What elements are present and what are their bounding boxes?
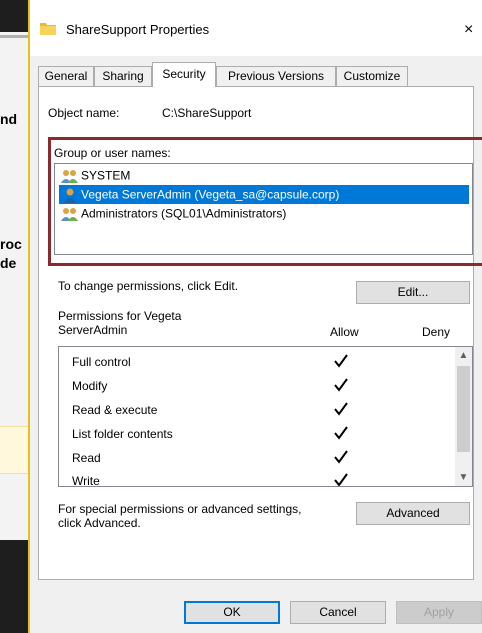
permission-row: Modify bbox=[59, 374, 456, 398]
permission-name: Write bbox=[72, 474, 100, 487]
tab-general[interactable]: General bbox=[38, 66, 94, 87]
deny-column-header: Deny bbox=[422, 325, 451, 339]
checkmark-icon bbox=[334, 426, 348, 440]
group-or-user-names-label: Group or user names: bbox=[54, 146, 171, 160]
background-text-1: nd bbox=[0, 111, 18, 127]
scroll-thumb[interactable] bbox=[457, 366, 470, 452]
permission-name: Read bbox=[72, 451, 101, 465]
checkmark-icon bbox=[334, 450, 348, 464]
special-permissions-line-2: click Advanced. bbox=[58, 516, 141, 530]
tab-security[interactable]: Security bbox=[152, 62, 216, 87]
user-name: SYSTEM bbox=[81, 168, 131, 183]
users-list[interactable]: SYSTEM Vegeta ServerAdmin (Vegeta_sa@cap… bbox=[54, 163, 473, 255]
user-row-vegeta[interactable]: Vegeta ServerAdmin (Vegeta_sa@capsule.co… bbox=[59, 185, 469, 204]
checkmark-icon bbox=[334, 378, 348, 392]
user-row-administrators[interactable]: Administrators (SQL01\Administrators) bbox=[59, 204, 469, 223]
properties-dialog: ShareSupport Properties × General Sharin… bbox=[28, 0, 482, 633]
permissions-for-line-1: Permissions for Vegeta bbox=[58, 309, 182, 323]
permission-name: List folder contents bbox=[72, 427, 173, 441]
permission-name: Full control bbox=[72, 355, 131, 369]
user-icon bbox=[64, 188, 76, 203]
edit-button[interactable]: Edit... bbox=[356, 281, 470, 304]
permission-row: List folder contents bbox=[59, 422, 456, 446]
permissions-for-label: Permissions for Vegeta ServerAdmin bbox=[58, 309, 258, 337]
ok-button[interactable]: OK bbox=[184, 601, 280, 624]
background-text-2: roc bbox=[0, 236, 22, 252]
special-permissions-line-1: For special permissions or advanced sett… bbox=[58, 502, 302, 516]
object-name-value: C:\ShareSupport bbox=[162, 106, 252, 120]
close-icon[interactable]: × bbox=[464, 18, 482, 42]
tab-previous-versions[interactable]: Previous Versions bbox=[216, 66, 336, 87]
allow-column-header: Allow bbox=[330, 325, 359, 339]
permissions-list[interactable]: Full control Modify Read & execute List … bbox=[58, 346, 473, 487]
tab-sharing[interactable]: Sharing bbox=[94, 66, 152, 87]
object-name-label: Object name: bbox=[48, 106, 120, 120]
title-bar[interactable]: ShareSupport Properties × bbox=[30, 0, 482, 56]
change-permissions-label: To change permissions, click Edit. bbox=[58, 279, 239, 293]
background-text-3: de bbox=[0, 255, 17, 271]
user-row-system[interactable]: SYSTEM bbox=[59, 166, 469, 185]
user-name: Administrators (SQL01\Administrators) bbox=[81, 206, 287, 221]
checkmark-icon bbox=[334, 354, 348, 368]
scroll-down-icon[interactable]: ▼ bbox=[455, 469, 472, 486]
checkmark-icon bbox=[334, 402, 348, 416]
permission-row: Write bbox=[59, 469, 456, 487]
background-divider bbox=[0, 35, 30, 38]
user-name: Vegeta ServerAdmin (Vegeta_sa@capsule.co… bbox=[81, 187, 340, 202]
permissions-for-line-2: ServerAdmin bbox=[58, 323, 128, 337]
scroll-up-icon[interactable]: ▲ bbox=[455, 347, 472, 364]
permission-row: Read & execute bbox=[59, 398, 456, 422]
permission-name: Modify bbox=[72, 379, 108, 393]
folder-icon bbox=[40, 23, 56, 35]
special-permissions-label: For special permissions or advanced sett… bbox=[58, 502, 358, 530]
apply-button[interactable]: Apply bbox=[396, 601, 482, 624]
permissions-scrollbar[interactable]: ▲ ▼ bbox=[455, 347, 472, 486]
permission-name: Read & execute bbox=[72, 403, 158, 417]
permission-row: Full control bbox=[59, 350, 456, 374]
checkmark-icon bbox=[334, 473, 348, 486]
permission-row: Read bbox=[59, 446, 456, 470]
advanced-button[interactable]: Advanced bbox=[356, 502, 470, 525]
cancel-button[interactable]: Cancel bbox=[290, 601, 386, 624]
dialog-title: ShareSupport Properties bbox=[66, 22, 210, 37]
tab-customize[interactable]: Customize bbox=[336, 66, 408, 87]
users-group-icon bbox=[61, 169, 78, 183]
users-group-icon bbox=[61, 207, 78, 221]
